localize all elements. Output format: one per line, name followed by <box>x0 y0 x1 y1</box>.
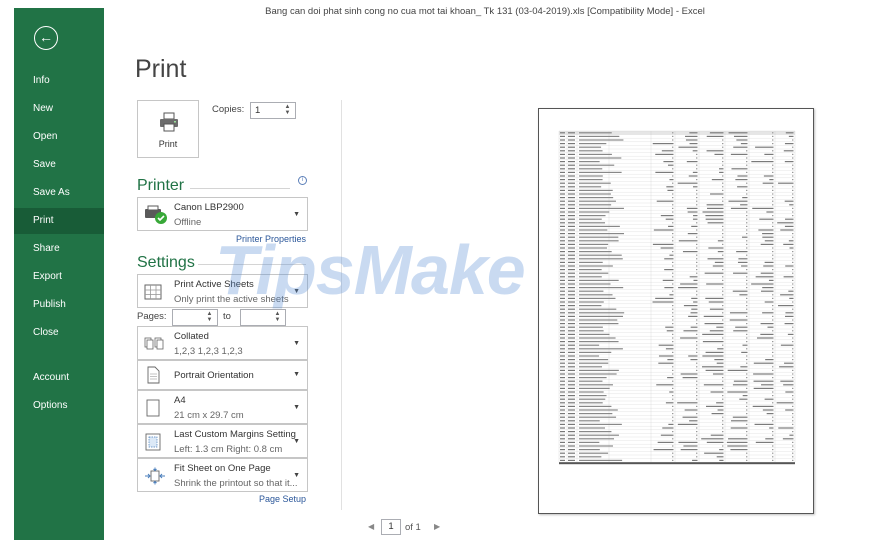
page-setup-link[interactable]: Page Setup <box>259 494 306 504</box>
page-count-label: of 1 <box>405 522 421 533</box>
margins-icon <box>145 433 161 451</box>
sidebar-item-save-as[interactable]: Save As <box>14 180 104 206</box>
page-title: Print <box>135 55 187 83</box>
watermark-logo: TipsMake <box>215 231 526 309</box>
excel-print-backstage: Bang can doi phat sinh cong no cua mot t… <box>0 0 870 540</box>
copies-label: Copies: <box>212 104 245 115</box>
collated-description: 1,2,3 1,2,3 1,2,3 <box>174 346 243 357</box>
settings-header: Settings <box>137 254 195 271</box>
margins-description: Left: 1.3 cm Right: 0.8 cm <box>174 444 283 455</box>
to-label: to <box>223 311 231 322</box>
sidebar-item-account[interactable]: Account <box>14 365 104 391</box>
chevron-down-icon: ▼ <box>293 472 300 479</box>
sidebar-item-new[interactable]: New <box>14 96 104 122</box>
scaling-label: Fit Sheet on One Page <box>174 463 271 474</box>
printer-name: Canon LBP2900 <box>174 202 244 213</box>
collated-pages-icon <box>144 337 164 350</box>
sidebar-item-print[interactable]: Print <box>14 208 104 234</box>
print-preview-page[interactable] <box>538 108 814 514</box>
sidebar-item-share[interactable]: Share <box>14 236 104 262</box>
scaling-dropdown[interactable]: Fit Sheet on One Page Shrink the printou… <box>137 458 308 492</box>
paper-size-icon <box>146 399 160 417</box>
copies-value: 1 <box>255 105 261 116</box>
backstage-sidebar: ← Info New Open Save Save As Print Share… <box>14 8 104 540</box>
paper-size-label: A4 <box>174 395 186 406</box>
previous-page-icon[interactable]: ◀ <box>368 522 374 531</box>
sidebar-item-save[interactable]: Save <box>14 152 104 178</box>
sidebar-item-close[interactable]: Close <box>14 320 104 346</box>
margins-dropdown[interactable]: Last Custom Margins Setting Left: 1.3 cm… <box>137 424 308 458</box>
back-arrow-icon[interactable]: ← <box>34 26 58 50</box>
sidebar-item-open[interactable]: Open <box>14 124 104 150</box>
paper-size-description: 21 cm x 29.7 cm <box>174 410 244 421</box>
portrait-page-icon <box>147 366 160 384</box>
title-bar: Bang can doi phat sinh cong no cua mot t… <box>0 0 870 17</box>
sidebar-item-publish[interactable]: Publish <box>14 292 104 318</box>
printer-header: Printer <box>137 177 185 194</box>
chevron-down-icon: ▼ <box>293 211 300 218</box>
pages-to-stepper[interactable]: ▲ ▼ <box>240 309 286 326</box>
sidebar-item-options[interactable]: Options <box>14 393 104 419</box>
fit-sheet-icon <box>145 467 165 485</box>
printer-dropdown[interactable]: Canon LBP2900 Offline ▼ <box>137 197 308 231</box>
spin-arrows-icon[interactable]: ▲ ▼ <box>205 311 214 324</box>
spin-arrows-icon[interactable]: ▲ ▼ <box>273 311 282 324</box>
print-button-label: Print <box>158 139 178 149</box>
scaling-description: Shrink the printout so that it... <box>174 478 298 489</box>
orientation-label: Portrait Orientation <box>174 370 254 381</box>
pages-from-stepper[interactable]: ▲ ▼ <box>172 309 218 326</box>
print-button[interactable]: Print <box>137 100 199 158</box>
orientation-dropdown[interactable]: Portrait Orientation ▼ <box>137 360 308 390</box>
sheet-grid-icon <box>144 284 162 300</box>
paper-size-dropdown[interactable]: A4 21 cm x 29.7 cm ▼ <box>137 390 308 424</box>
info-icon[interactable]: i <box>298 176 307 185</box>
sidebar-item-export[interactable]: Export <box>14 264 104 290</box>
chevron-down-icon: ▼ <box>293 438 300 445</box>
printer-divider <box>190 188 290 189</box>
window-title: Bang can doi phat sinh cong no cua mot t… <box>265 6 705 17</box>
spin-arrows-icon[interactable]: ▲ ▼ <box>283 104 292 117</box>
current-page-input[interactable]: 1 <box>381 519 401 535</box>
pages-label: Pages: <box>137 311 167 322</box>
chevron-down-icon: ▼ <box>293 404 300 411</box>
printer-status: Offline <box>174 217 202 228</box>
spreadsheet-preview-image <box>558 130 796 465</box>
next-page-icon[interactable]: ▶ <box>434 522 440 531</box>
printer-status-icon <box>145 205 167 224</box>
collation-dropdown[interactable]: Collated 1,2,3 1,2,3 1,2,3 ▼ <box>137 326 308 360</box>
chevron-down-icon: ▼ <box>293 371 300 378</box>
sidebar-item-info[interactable]: Info <box>14 68 104 94</box>
collated-label: Collated <box>174 331 209 342</box>
chevron-down-icon: ▼ <box>293 340 300 347</box>
copies-stepper[interactable]: 1 ▲ ▼ <box>250 102 296 119</box>
printer-icon <box>160 112 178 132</box>
margins-label: Last Custom Margins Setting <box>174 429 296 440</box>
